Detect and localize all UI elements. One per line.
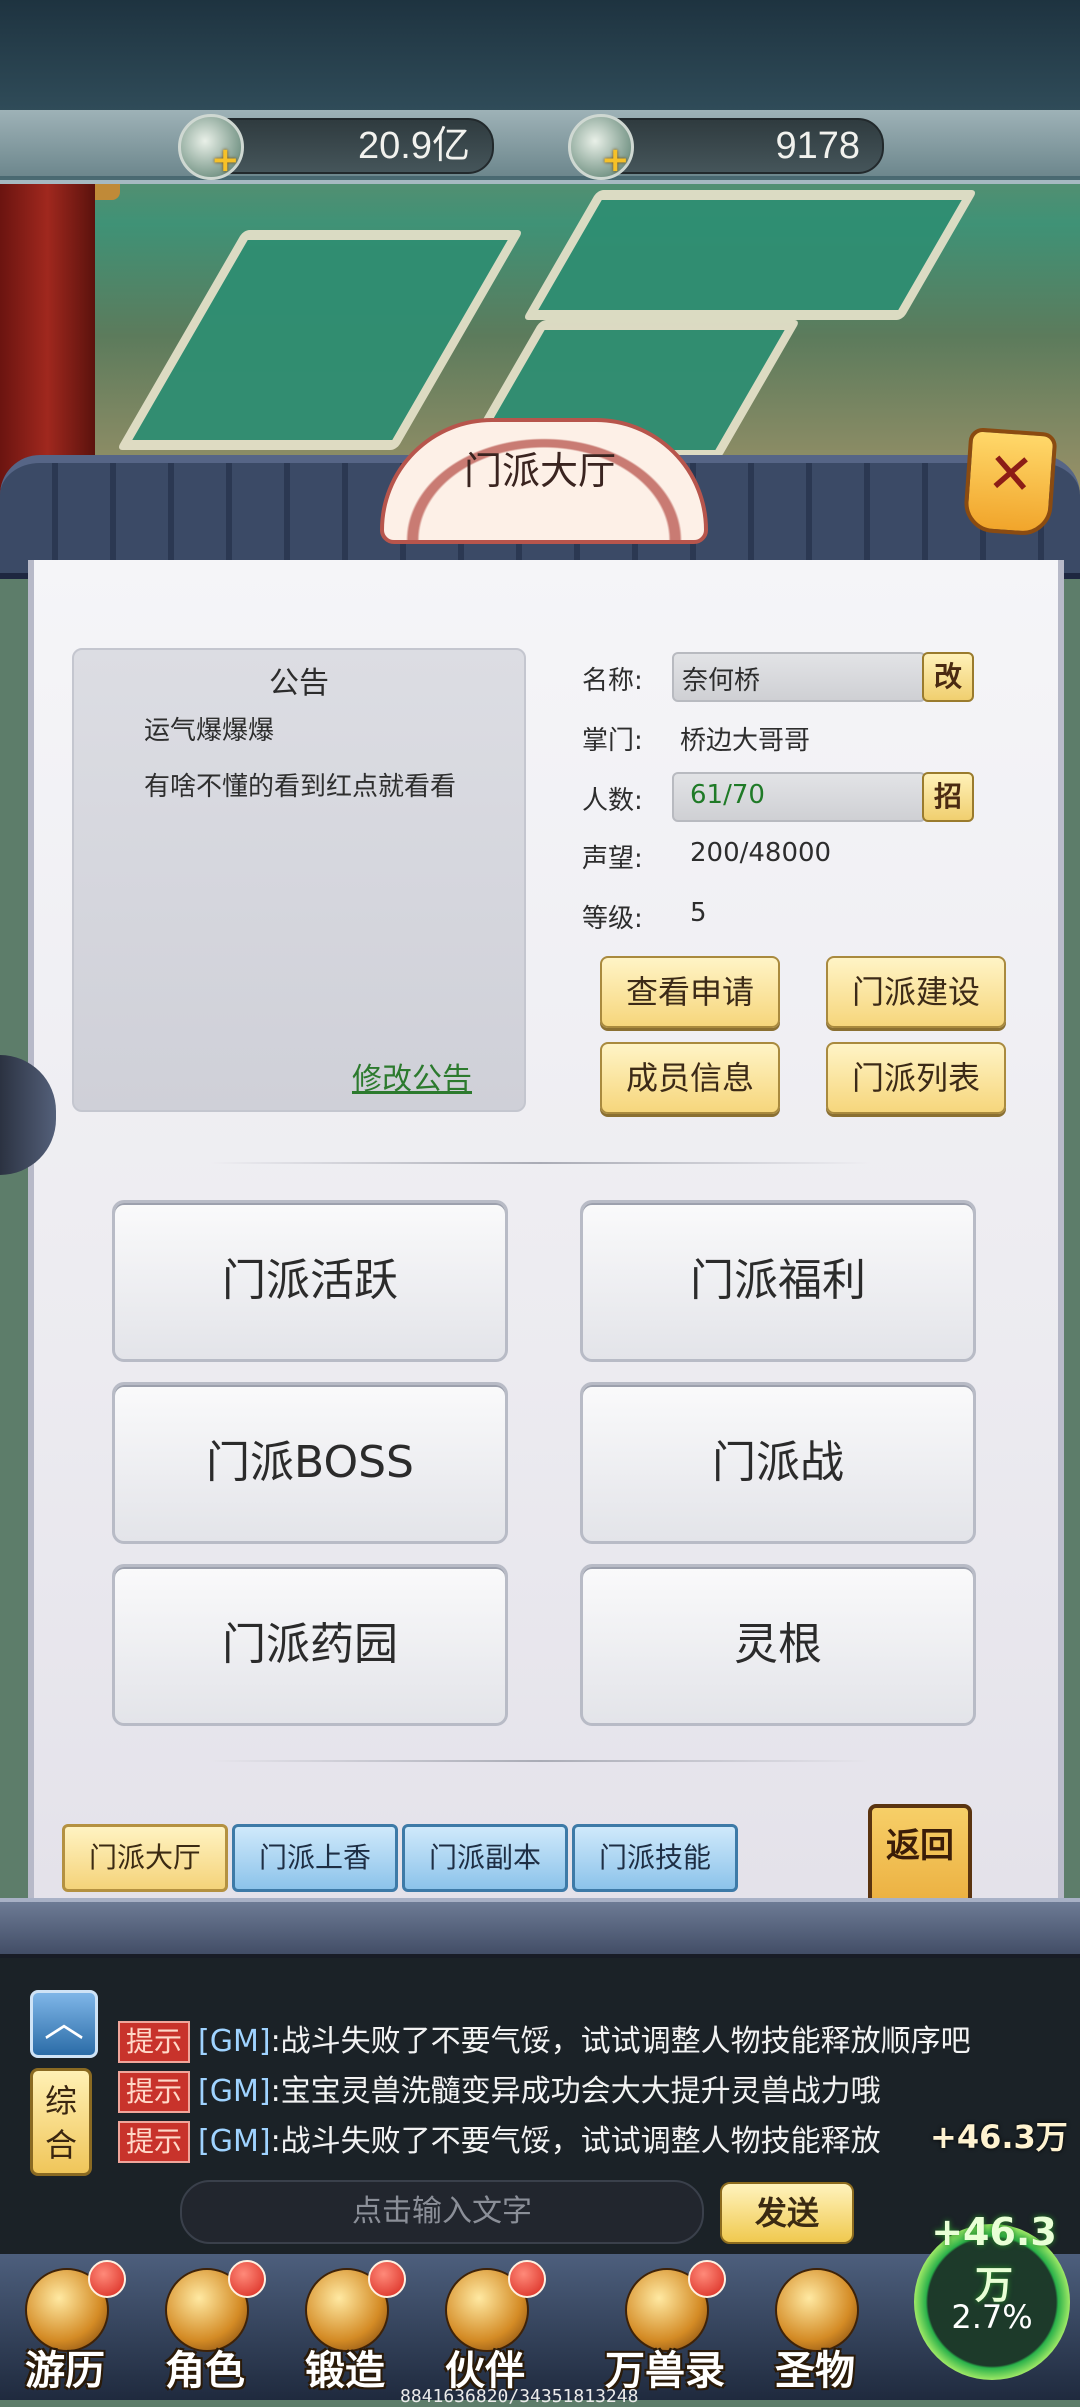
prestige-label: 声望: — [582, 844, 643, 874]
notice-board: 公告 运气爆爆爆 有啥不懂的看到红点就看看 修改公告 — [72, 648, 526, 1112]
nav-label: 角色 — [165, 2348, 245, 2394]
spirit-root-button[interactable]: 灵根 — [580, 1564, 976, 1726]
tip-tag: 提示 — [118, 2121, 191, 2163]
sect-herb-garden-button[interactable]: 门派药园 — [112, 1564, 508, 1726]
plus-icon: + — [601, 140, 630, 180]
view-applications-button[interactable]: 查看申请 — [600, 956, 780, 1028]
exp-readout: 8841636820/34351813248 — [400, 2386, 639, 2407]
sect-boss-button[interactable]: 门派BOSS — [112, 1382, 508, 1544]
chat-text: :战斗失败了不要气馁，试试调整人物技能释放顺序吧 — [270, 2024, 971, 2059]
notice-line: 有啥不懂的看到红点就看看 — [144, 772, 457, 802]
edit-notice-link[interactable]: 修改公告 — [352, 1054, 472, 1098]
close-icon: ✕ — [984, 440, 1037, 509]
divider — [210, 1760, 870, 1762]
jade-amount: 9178 — [775, 125, 860, 167]
notice-title: 公告 — [269, 666, 329, 701]
tab-sect-dungeon[interactable]: 门派副本 — [402, 1824, 568, 1892]
nav-forge[interactable]: 锻造 — [280, 2254, 410, 2400]
sect-name-value: 奈何桥 — [682, 666, 761, 696]
notification-dot — [228, 2260, 266, 2298]
chat-text: :战斗失败了不要气馁，试试调整人物技能释放 — [270, 2124, 881, 2159]
chat-sender: [GM] — [198, 2124, 271, 2159]
tab-sect-skills[interactable]: 门派技能 — [572, 1824, 738, 1892]
courtyard-lawn — [116, 230, 524, 450]
return-label: 返回 — [886, 1826, 954, 1866]
sect-list-button[interactable]: 门派列表 — [826, 1042, 1006, 1114]
jade-coin-icon[interactable]: + — [568, 114, 634, 180]
panel-title: 门派大厅 — [463, 449, 616, 493]
chat-sender: [GM] — [198, 2074, 271, 2109]
notification-dot — [88, 2260, 126, 2298]
sect-construction-button[interactable]: 门派建设 — [826, 956, 1006, 1028]
tip-tag: 提示 — [118, 2021, 191, 2063]
name-label: 名称: — [582, 666, 643, 696]
leader-label: 掌门: — [582, 726, 643, 756]
resource-bar-frame — [0, 110, 1080, 176]
notice-line: 运气爆爆爆 — [144, 716, 275, 746]
nav-character[interactable]: 角色 — [140, 2254, 270, 2400]
level-value: 5 — [690, 898, 707, 928]
tip-tag: 提示 — [118, 2071, 191, 2113]
notification-dot — [368, 2260, 406, 2298]
silver-amount: 20.9亿 — [358, 125, 470, 167]
nav-label: 游历 — [25, 2348, 105, 2394]
chat-message: 提示 [GM]:战斗失败了不要气馁，试试调整人物技能释放 — [118, 2116, 881, 2163]
sect-war-button[interactable]: 门派战 — [580, 1382, 976, 1544]
chat-input[interactable]: 点击输入文字 — [180, 2180, 704, 2244]
nav-label: 圣物 — [775, 2348, 855, 2394]
bonus-text: +46.3万 — [931, 2210, 1057, 2307]
chat-sender: [GM] — [198, 2024, 271, 2059]
nav-bestiary[interactable]: 万兽录 — [600, 2254, 730, 2400]
tab-sect-hall[interactable]: 门派大厅 — [62, 1824, 228, 1892]
chat-message: 提示 [GM]:宝宝灵兽洗髓变异成功会大大提升灵兽战力哦 — [118, 2066, 881, 2113]
level-label: 等级: — [582, 904, 643, 934]
nav-label: 锻造 — [305, 2348, 385, 2394]
silver-coin-icon[interactable]: + — [178, 114, 244, 180]
nav-partner[interactable]: 伙伴 — [420, 2254, 550, 2400]
tab-sect-incense[interactable]: 门派上香 — [232, 1824, 398, 1892]
sect-activity-button[interactable]: 门派活跃 — [112, 1200, 508, 1362]
floating-gain-text: +46.3万 — [930, 2118, 1068, 2156]
panel-bottom-frame — [0, 1898, 1080, 1958]
nav-relic[interactable]: 圣物 — [750, 2254, 880, 2400]
chat-expand-button[interactable]: ︿ — [30, 1990, 98, 2058]
plus-icon: + — [211, 140, 240, 180]
prestige-value: 200/48000 — [690, 838, 832, 868]
members-label: 人数: — [582, 786, 643, 816]
nav-travel[interactable]: 游历 — [0, 2254, 130, 2400]
notification-dot — [508, 2260, 546, 2298]
divider — [210, 1162, 870, 1164]
member-info-button[interactable]: 成员信息 — [600, 1042, 780, 1114]
close-button[interactable]: ✕ — [962, 427, 1058, 537]
sect-welfare-button[interactable]: 门派福利 — [580, 1200, 976, 1362]
progress-percent: 2.7% — [951, 2298, 1033, 2336]
recruit-button[interactable]: 招 — [922, 772, 974, 822]
notification-dot — [688, 2260, 726, 2298]
chat-text: :宝宝灵兽洗髓变异成功会大大提升灵兽战力哦 — [270, 2074, 881, 2109]
name-field: 奈何桥 — [672, 652, 926, 702]
chevron-up-icon: ︿ — [44, 2000, 84, 2046]
leader-value: 桥边大哥哥 — [680, 726, 811, 756]
members-value: 61/70 — [690, 780, 765, 810]
courtyard-lawn — [522, 190, 978, 320]
temple-pillar — [0, 170, 95, 500]
chat-channel-button[interactable]: 综合 — [30, 2068, 92, 2176]
rename-button[interactable]: 改 — [922, 652, 974, 702]
send-button[interactable]: 发送 — [720, 2182, 854, 2244]
chat-message: 提示 [GM]:战斗失败了不要气馁，试试调整人物技能释放顺序吧 — [118, 2016, 971, 2063]
members-field: 61/70 — [672, 772, 926, 822]
